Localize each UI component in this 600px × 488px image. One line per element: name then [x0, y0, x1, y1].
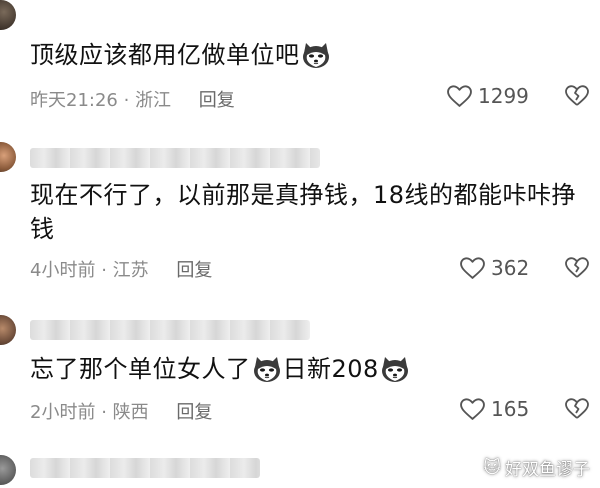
comment-text: 顶级应该都用亿做单位吧 [30, 38, 590, 72]
like-count: 165 [491, 397, 530, 421]
dislike-button[interactable] [565, 398, 589, 424]
watermark-text: 好双鱼谬子 [505, 460, 590, 480]
reply-button[interactable]: 回复 [176, 402, 212, 423]
reply-button[interactable]: 回复 [176, 260, 212, 281]
comment-time: 4小时前 [30, 260, 96, 281]
comment-text: 忘了那个单位女人了 日新208 [30, 352, 590, 386]
username[interactable] [30, 320, 310, 340]
heart-icon [460, 398, 485, 421]
dislike-button[interactable] [565, 85, 589, 111]
like-button[interactable]: 362 [460, 256, 529, 280]
broken-heart-icon [565, 398, 589, 420]
comment-location: 浙江 [135, 90, 172, 111]
comment-time: 2小时前 [30, 402, 96, 423]
avatar[interactable] [0, 315, 16, 345]
husky-emoji-icon [380, 355, 410, 383]
reply-button[interactable]: 回复 [199, 90, 235, 111]
heart-icon [460, 257, 485, 280]
comment-time: 昨天21:26 [30, 90, 118, 111]
username[interactable] [30, 458, 260, 478]
avatar[interactable] [0, 455, 16, 485]
broken-heart-icon [565, 257, 589, 279]
like-count: 362 [491, 256, 530, 280]
username[interactable] [30, 148, 320, 168]
comment-meta: 2小时前 · 陕西 回复 [30, 402, 213, 423]
like-button[interactable]: 1299 [447, 84, 529, 108]
like-button[interactable]: 165 [460, 397, 529, 421]
like-count: 1299 [478, 84, 529, 108]
avatar[interactable] [0, 142, 16, 172]
watermark-logo-icon: 🐱 [483, 457, 501, 478]
husky-emoji-icon [301, 41, 331, 69]
comment-meta: 昨天21:26 · 浙江 回复 [30, 90, 235, 111]
comment-meta: 4小时前 · 江苏 回复 [30, 260, 213, 281]
dislike-button[interactable] [565, 257, 589, 283]
broken-heart-icon [565, 85, 589, 107]
comment-text: 现在不行了，以前那是真挣钱，18线的都能咔咔挣钱 [30, 181, 577, 243]
avatar[interactable] [0, 0, 16, 30]
husky-emoji-icon [252, 355, 282, 383]
comment-location: 江苏 [112, 260, 149, 281]
watermark: 🐱 好双鱼谬子 [483, 455, 590, 481]
heart-icon [447, 85, 472, 108]
comment-location: 陕西 [112, 402, 149, 423]
